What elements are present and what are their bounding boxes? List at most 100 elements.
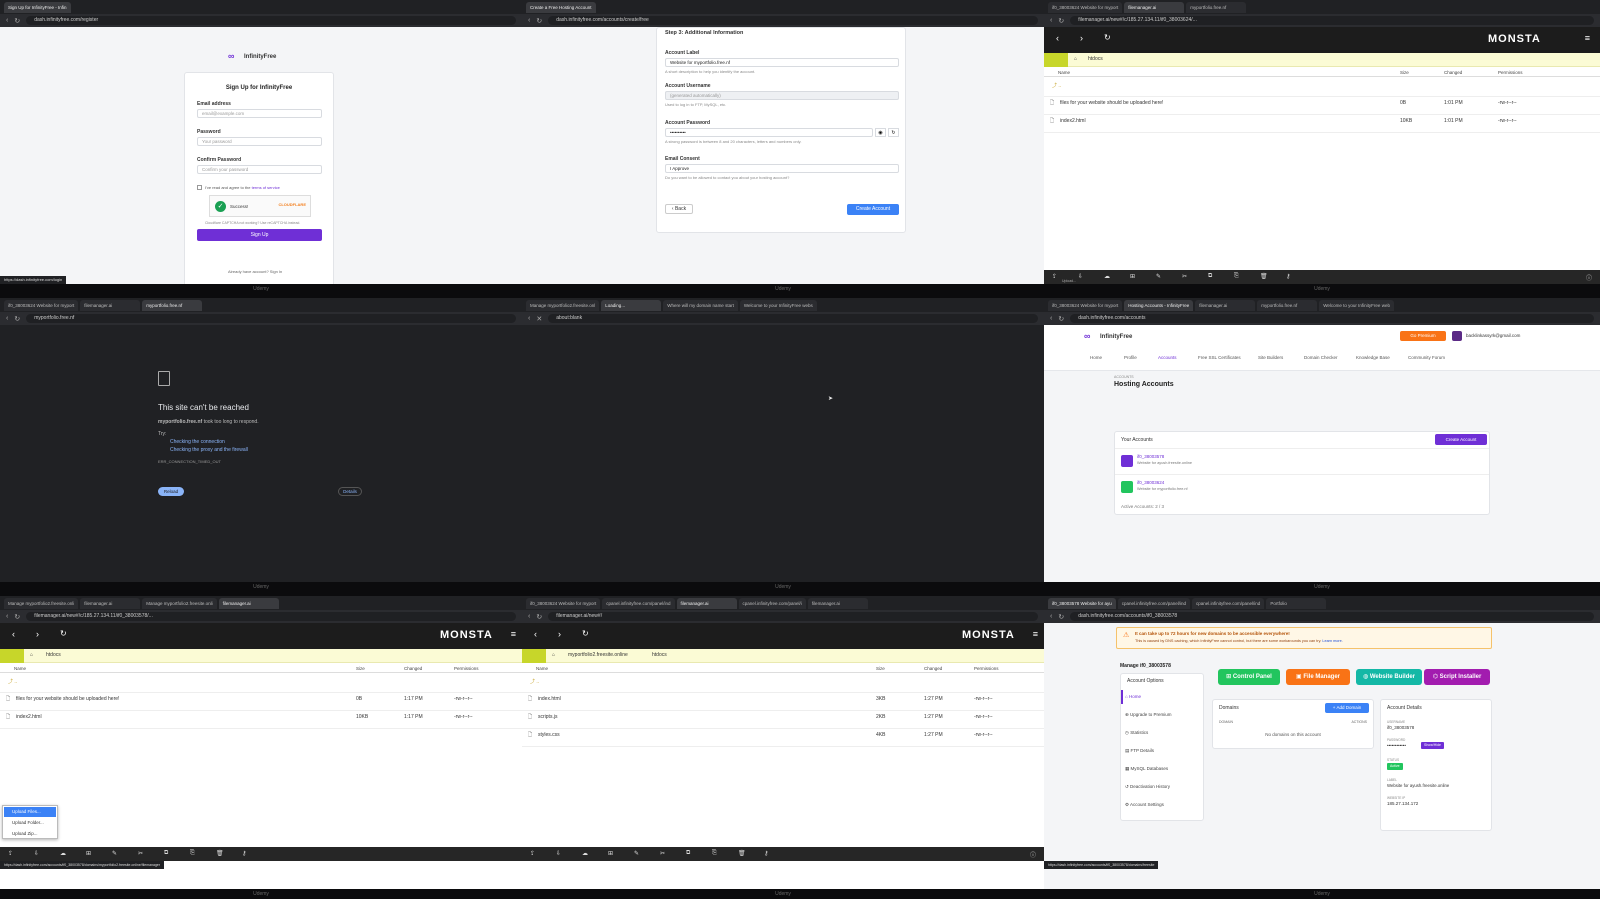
tip-connection[interactable]: Checking the connection — [170, 439, 225, 445]
back-arrow-icon[interactable]: ‹ — [1056, 33, 1059, 43]
browser-tab[interactable]: cpanel.infinityfree.com/panel/ind — [602, 597, 675, 609]
home-icon[interactable]: ⌂ — [552, 652, 555, 658]
details-button[interactable]: Details — [338, 487, 362, 496]
back-icon[interactable]: ‹ — [1050, 17, 1052, 24]
email-field[interactable]: email@example.com — [197, 109, 322, 118]
col-changed[interactable]: Changed — [1444, 70, 1462, 75]
browser-tab[interactable]: Manage myportfolio2.freesite.onl — [526, 299, 600, 311]
menu-icon[interactable]: ≡ — [1033, 629, 1038, 639]
cut-icon[interactable]: ✂ — [1182, 273, 1187, 280]
col-size[interactable]: Size — [1400, 70, 1409, 75]
col-size[interactable]: Size — [356, 666, 365, 671]
back-icon[interactable]: ‹ — [528, 17, 530, 24]
file-name[interactable]: files for your website should be uploade… — [1060, 100, 1163, 106]
address-bar[interactable]: dash.infinityfree.com/register — [26, 16, 516, 25]
nav-profile[interactable]: Profile — [1124, 355, 1137, 360]
delete-icon[interactable]: 🗑 — [216, 850, 224, 857]
menu-ftp[interactable]: ▤ FTP Details — [1125, 748, 1154, 754]
path-host[interactable]: myportfolio2.freesite.online — [568, 652, 628, 658]
key-icon[interactable]: ⚷ — [242, 850, 246, 857]
new-folder-icon[interactable]: ⊞ — [1130, 273, 1135, 280]
parent-dir-row[interactable]: ⤴ .. — [1044, 79, 1600, 97]
paste-icon[interactable]: ⎘ — [1234, 273, 1239, 280]
stop-icon[interactable]: ✕ — [536, 315, 542, 323]
table-row[interactable]: 🗋 styles.css 4KB 1:27 PM -rw-r--r-- — [522, 729, 1044, 747]
upload-files-item[interactable]: Upload Files... — [4, 807, 56, 817]
col-permissions[interactable]: Permissions — [974, 666, 999, 671]
reload-icon[interactable]: ↻ — [536, 17, 542, 25]
browser-tab[interactable]: if0_38003624 Website for myport — [1048, 1, 1123, 13]
address-bar[interactable]: dash.infinityfree.com/accounts/create/fr… — [548, 16, 1038, 25]
password-field[interactable]: Your password — [197, 137, 322, 146]
reload-icon[interactable]: ↻ — [536, 613, 542, 621]
menu-home[interactable]: ⌂ Home — [1125, 694, 1141, 699]
address-bar[interactable]: filemanager.ai/new#/ — [548, 612, 1038, 621]
upload-zip-item[interactable]: Upload Zip... — [4, 829, 56, 839]
nav-domain-checker[interactable]: Domain Checker — [1304, 355, 1338, 360]
back-icon[interactable]: ‹ — [528, 613, 530, 620]
browser-tab[interactable]: cpanel.infinityfree.com/panel/ind — [1192, 597, 1265, 609]
refresh-icon[interactable]: ↻ — [888, 128, 899, 137]
address-bar[interactable]: dash.infinityfree.com/accounts — [1070, 314, 1594, 323]
file-manager-button[interactable]: ▣ File Manager — [1286, 669, 1350, 685]
col-changed[interactable]: Changed — [404, 666, 422, 671]
delete-icon[interactable]: 🗑 — [738, 850, 746, 857]
table-row[interactable]: 🗋 index.html 3KB 1:27 PM -rw-r--r-- — [522, 693, 1044, 711]
browser-tab[interactable]: Create a Free Hosting Account — [526, 1, 596, 13]
download-icon[interactable]: ⇩ — [34, 850, 39, 857]
edit-icon[interactable]: ✎ — [634, 850, 639, 857]
nav-knowledge-base[interactable]: Knowledge Base — [1356, 355, 1390, 360]
cloud-upload-icon[interactable]: ☁ — [60, 850, 66, 857]
reload-icon[interactable]: ↻ — [14, 315, 20, 323]
file-name[interactable]: index.html — [538, 696, 561, 702]
browser-tab[interactable]: Hosting Accounts - InfinityFree — [1124, 299, 1194, 311]
account-row[interactable]: if0_38003578 Website for ayush.freesite.… — [1115, 448, 1489, 474]
signin-link[interactable]: Already have account? Sign In — [228, 269, 282, 274]
menu-statistics[interactable]: ◷ Statistics — [1125, 730, 1148, 736]
refresh-icon[interactable]: ↻ — [582, 629, 589, 638]
browser-tab[interactable]: Manage myportfolio2.freesite.onli — [4, 597, 79, 609]
back-button[interactable]: ‹ Back — [665, 204, 693, 214]
table-row[interactable]: 🗋 index2.html 10KB 1:01 PM -rw-r--r-- — [1044, 115, 1600, 133]
menu-icon[interactable]: ≡ — [511, 629, 516, 639]
key-icon[interactable]: ⚷ — [764, 850, 768, 857]
copy-icon[interactable]: ⧉ — [1208, 273, 1212, 280]
menu-mysql[interactable]: ▦ MySQL Databases — [1125, 766, 1168, 772]
back-icon[interactable]: ‹ — [528, 315, 530, 322]
upload-icon[interactable]: ⇪ — [1052, 273, 1057, 280]
nav-site-builders[interactable]: Site Builders — [1258, 355, 1283, 360]
file-name[interactable]: files for your website should be uploade… — [16, 696, 119, 702]
col-permissions[interactable]: Permissions — [454, 666, 479, 671]
create-account-button[interactable]: Create Account — [847, 204, 899, 215]
browser-tab[interactable]: Welcome to your InfinityFree web — [1319, 299, 1394, 311]
browser-tab[interactable]: filemanager.ai — [80, 299, 141, 311]
back-icon[interactable]: ‹ — [6, 17, 8, 24]
download-icon[interactable]: ⇩ — [1078, 273, 1083, 280]
delete-icon[interactable]: 🗑 — [1260, 273, 1268, 280]
browser-tab[interactable]: if0_38003578 Website for ayu — [1048, 597, 1116, 609]
browser-tab[interactable]: if0_38003624 Website for myport — [526, 597, 601, 609]
col-name[interactable]: Name — [1058, 70, 1070, 75]
learn-more-link[interactable]: Learn more. — [1322, 639, 1342, 643]
refresh-icon[interactable]: ↻ — [1104, 33, 1111, 42]
account-password-field[interactable]: •••••••••• — [665, 128, 873, 137]
address-bar[interactable]: filemanager.ai/new#/c/185.27.134.11/if0_… — [1070, 16, 1594, 25]
go-premium-button[interactable]: Go Premium — [1400, 331, 1446, 341]
col-changed[interactable]: Changed — [924, 666, 942, 671]
address-bar[interactable]: dash.infinityfree.com/accounts/if0_38003… — [1070, 612, 1594, 621]
file-name[interactable]: styles.css — [538, 732, 560, 738]
website-builder-button[interactable]: ◍ Website Builder — [1356, 669, 1422, 685]
paste-icon[interactable]: ⎘ — [190, 850, 195, 857]
nav-accounts[interactable]: Accounts — [1158, 355, 1177, 360]
browser-tab[interactable]: myportfolio.free.nf — [1186, 1, 1247, 13]
col-name[interactable]: Name — [14, 666, 26, 671]
cloud-upload-icon[interactable]: ☁ — [582, 850, 588, 857]
add-domain-button[interactable]: + Add Domain — [1325, 703, 1369, 713]
edit-icon[interactable]: ✎ — [112, 850, 117, 857]
nav-ssl[interactable]: Free SSL Certificates — [1198, 355, 1241, 360]
table-row[interactable]: 🗋 files for your website should be uploa… — [0, 693, 522, 711]
user-email[interactable]: backlinkassyrk@gmail.com — [1466, 333, 1520, 338]
browser-tab[interactable]: if0_38003624 Website for myport — [4, 299, 79, 311]
col-name[interactable]: Name — [536, 666, 548, 671]
account-id[interactable]: if0_38003578 — [1137, 454, 1164, 459]
